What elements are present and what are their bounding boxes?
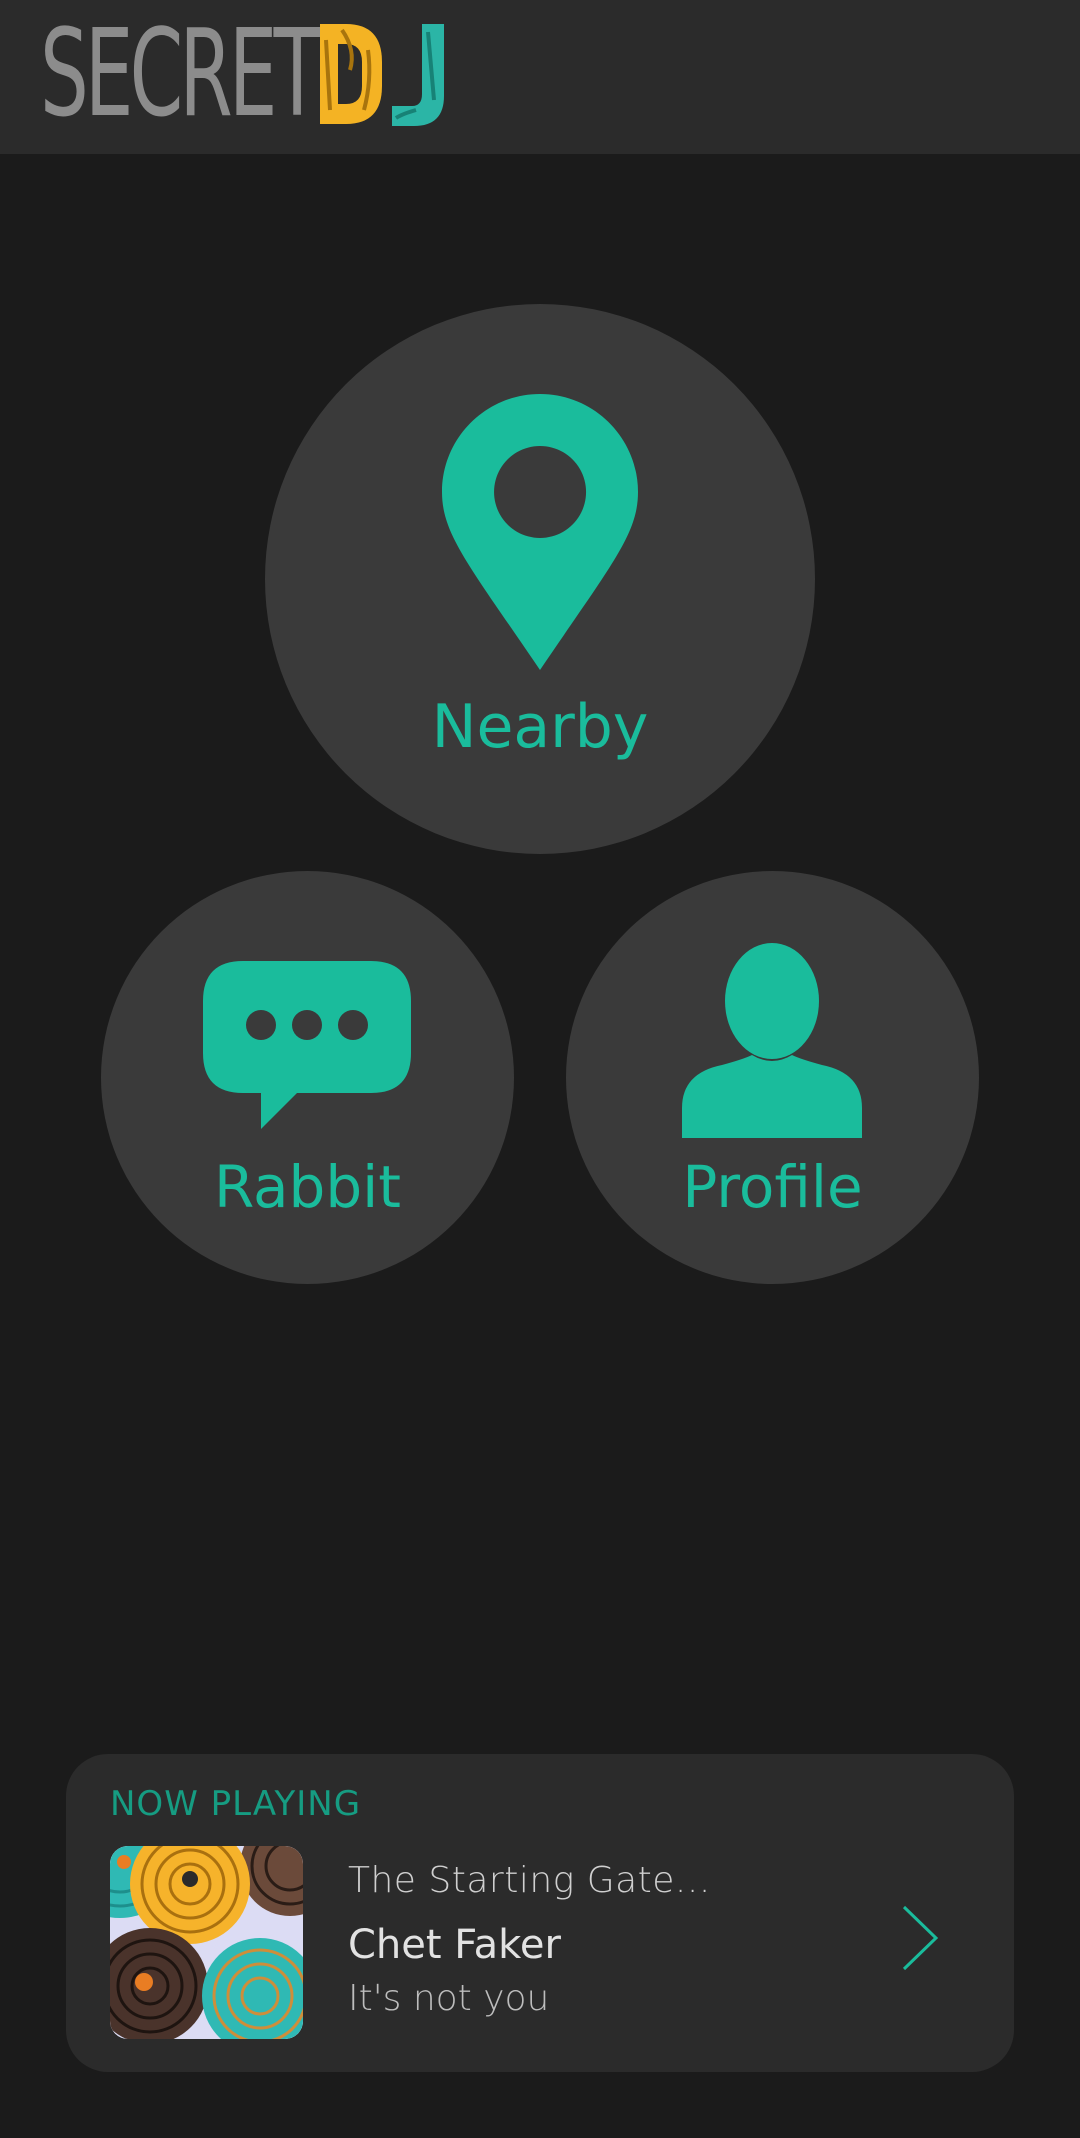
now-playing-card[interactable]: NOW PLAYING The Starting Gate... Chet Fa… <box>66 1754 1014 2072</box>
logo-dj-graphic <box>320 24 444 126</box>
album-art <box>110 1846 303 2039</box>
app-header: SECRET <box>0 0 1080 154</box>
profile-label: Profile <box>682 1153 863 1221</box>
now-playing-heading: NOW PLAYING <box>110 1784 362 1824</box>
chat-bubble-icon <box>203 961 411 1129</box>
chevron-right-icon[interactable] <box>900 1904 940 1972</box>
profile-button[interactable]: Profile <box>566 871 979 1284</box>
app-screen: SECRET Nearby Rabbit Profile NOW PLAYING… <box>0 0 1080 2138</box>
rabbit-button[interactable]: Rabbit <box>101 871 514 1284</box>
user-icon <box>682 943 862 1138</box>
now-playing-album: It's not you <box>348 1978 550 2019</box>
album-art-image <box>110 1846 303 2039</box>
now-playing-artist: Chet Faker <box>348 1922 561 1968</box>
map-pin-icon <box>442 394 638 670</box>
logo-text-secret: SECRET <box>40 5 321 144</box>
now-playing-track: The Starting Gate... <box>348 1860 711 1901</box>
rabbit-label: Rabbit <box>213 1153 402 1221</box>
nearby-label: Nearby <box>431 692 649 762</box>
nearby-button[interactable]: Nearby <box>265 304 815 854</box>
